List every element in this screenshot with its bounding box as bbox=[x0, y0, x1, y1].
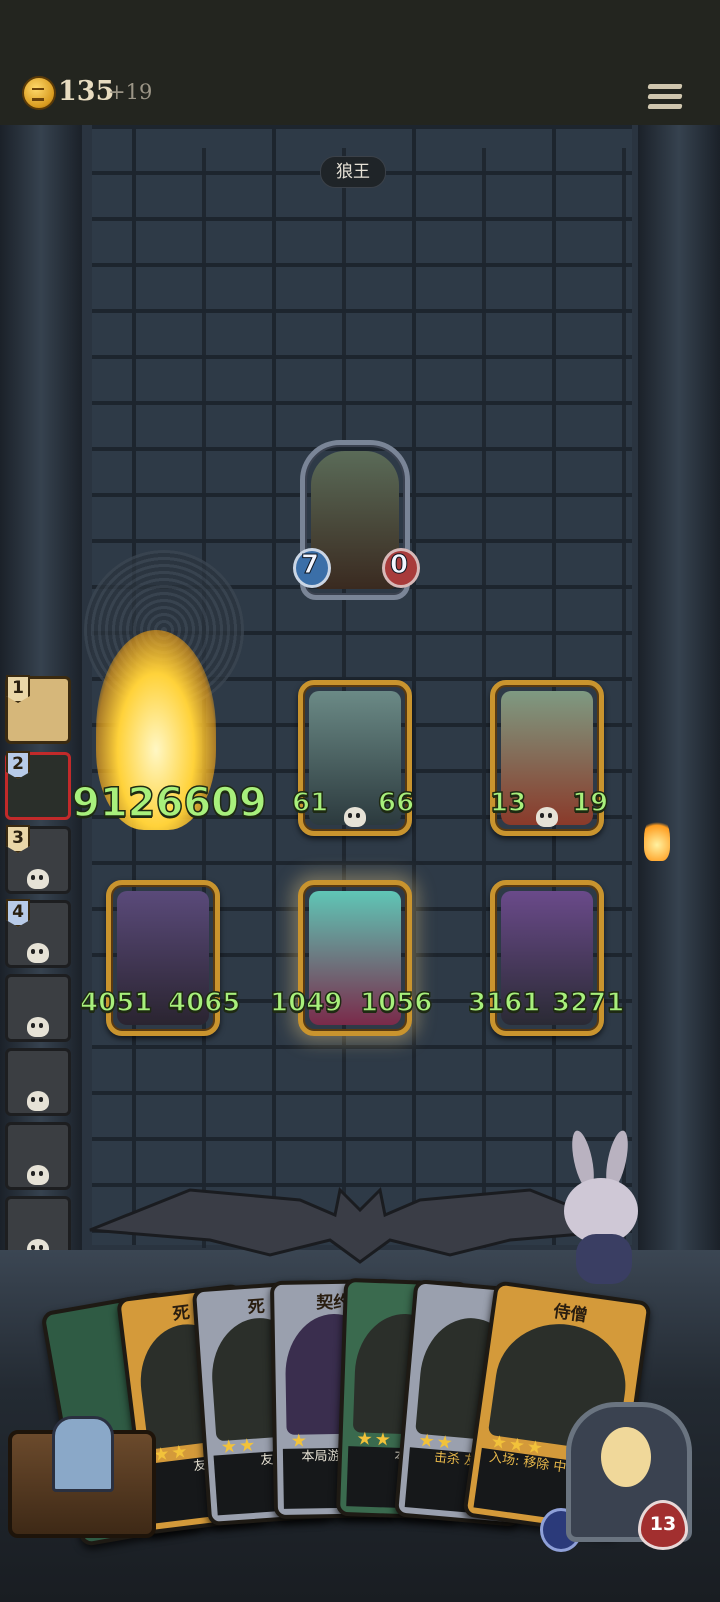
bunny-mascot[interactable] bbox=[546, 1128, 656, 1290]
queue-slot-number: 3 bbox=[6, 825, 30, 853]
minion-health: 19 bbox=[571, 787, 609, 819]
torch-flame-icon bbox=[644, 815, 670, 861]
skull-icon bbox=[536, 807, 558, 827]
minion-attack: 4051 bbox=[79, 987, 153, 1019]
minion-attack: 13 bbox=[489, 787, 527, 819]
queue-slot-3[interactable]: 3 bbox=[5, 825, 71, 894]
skull-icon bbox=[27, 1017, 49, 1037]
queue-slot-number: 4 bbox=[6, 899, 30, 927]
queue-slot-number: 2 bbox=[6, 751, 30, 779]
minion-health: 1056 bbox=[359, 987, 433, 1019]
queue-slot-1[interactable]: 1 bbox=[5, 675, 71, 744]
top-bar: 135 +19 bbox=[0, 0, 720, 127]
game-screen: 135 +19 狼王 7 0 61 66 13 19 9126609 4051 … bbox=[0, 0, 720, 1602]
queue-slot-5[interactable] bbox=[5, 974, 71, 1042]
skull-icon bbox=[27, 1165, 49, 1185]
gold-bonus: +19 bbox=[108, 80, 153, 104]
gold-amount: 135 bbox=[58, 76, 115, 107]
deck-chest-icon[interactable] bbox=[8, 1416, 156, 1538]
right-pillar bbox=[638, 125, 720, 1275]
queue-slot-number: 1 bbox=[6, 675, 30, 703]
skull-icon bbox=[27, 869, 49, 889]
gold-coin-icon bbox=[22, 76, 56, 110]
minion-attack: 1049 bbox=[269, 987, 343, 1019]
minion-health: 66 bbox=[377, 787, 415, 819]
skull-icon bbox=[27, 1091, 49, 1111]
boss-name-label: 狼王 bbox=[320, 156, 386, 188]
minion-attack: 3161 bbox=[467, 987, 541, 1019]
queue-slot-6[interactable] bbox=[5, 1048, 71, 1116]
boss-attack: 7 bbox=[300, 550, 320, 581]
minion-attack: 61 bbox=[291, 787, 329, 819]
skull-icon bbox=[27, 943, 49, 963]
skull-icon bbox=[344, 807, 366, 827]
minion-health: 3271 bbox=[551, 987, 625, 1019]
menu-icon[interactable] bbox=[647, 84, 683, 116]
boss-health: 0 bbox=[389, 550, 409, 581]
queue-slot-7[interactable] bbox=[5, 1122, 71, 1190]
queue-slot-2[interactable]: 2 bbox=[5, 751, 71, 820]
damage-popup: 9126609 bbox=[71, 779, 267, 827]
queue-slot-4[interactable]: 4 bbox=[5, 899, 71, 968]
minion-health: 4065 bbox=[167, 987, 241, 1019]
